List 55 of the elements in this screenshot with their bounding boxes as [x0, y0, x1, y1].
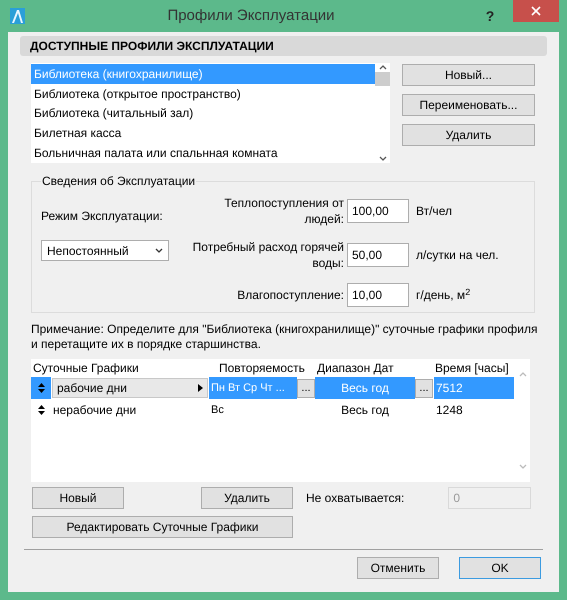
triangle-right-icon — [198, 384, 203, 392]
table-cell: Пн Вт Ср Чт ... — [209, 377, 297, 399]
unit-label: г/день, м$^{2}$ — [416, 286, 470, 304]
unit-label: Вт/чел — [416, 203, 452, 220]
profile-button[interactable]: Удалить — [402, 124, 535, 146]
note-text: Примечание: Определите для "Библиотека (книгохранилище)" суточные графики профиля и перетащите их в порядке старшинства. — [31, 322, 538, 352]
ellipsis-button[interactable]: ... — [415, 378, 433, 398]
delete-schedule-button[interactable]: Удалить — [201, 487, 293, 509]
table-cell: 7512 — [434, 377, 514, 399]
window-title: Профили Эксплуатации — [167, 6, 335, 26]
section-header: ДОСТУПНЫЕ ПРОФИЛИ ЭКСПЛУАТАЦИИ — [20, 36, 547, 56]
uncovered-label: Не охватывается: — [306, 490, 404, 507]
drag-handle[interactable] — [31, 377, 51, 399]
new-schedule-button[interactable]: Новый — [32, 487, 124, 509]
ellipsis-button[interactable]: ... — [297, 378, 315, 398]
profile-item[interactable]: Больничная палата или спальнная комната — [31, 143, 375, 163]
profile-button[interactable]: Переименовать... — [402, 94, 535, 116]
value-field[interactable]: 100,00 — [347, 199, 409, 223]
schedule-name-button[interactable]: рабочие дни — [52, 378, 208, 398]
mode-dropdown[interactable]: Непостоянный — [41, 240, 169, 261]
table-cell-text: Вс — [210, 402, 225, 418]
field-label: Потребный расход горячей воды: — [192, 239, 344, 271]
profile-item[interactable]: Библиотека (открытое пространство) — [31, 84, 375, 104]
scroll-up-icon[interactable] — [378, 65, 386, 70]
app-logo-icon — [10, 8, 25, 24]
sort-icon — [38, 405, 44, 415]
column-header: Диапазон Дат — [316, 360, 395, 377]
field-label: Влагопоступление: — [236, 287, 344, 303]
mode-label: Режим Эксплуатации: — [41, 208, 164, 225]
value-field[interactable]: 10,00 — [347, 283, 409, 307]
group-title: Сведения об Эксплуатации — [41, 174, 196, 188]
column-header: Суточные Графики — [32, 360, 140, 377]
field-label: Теплопоступления от людей: — [223, 195, 344, 227]
value-field[interactable]: 50,00 — [347, 243, 409, 267]
close-icon — [531, 6, 541, 16]
help-button[interactable]: ? — [477, 3, 503, 29]
sort-icon — [38, 383, 44, 393]
table-cell: Весь год — [315, 377, 415, 399]
profile-item[interactable]: Билетная касса — [31, 123, 375, 144]
edit-schedules-button[interactable]: Редактировать Суточные Графики — [32, 516, 293, 538]
scrollbar[interactable] — [375, 63, 390, 163]
column-header: Повторяемость — [218, 360, 306, 377]
scroll-down-icon[interactable] — [378, 156, 386, 161]
table-cell-text: Весь год — [340, 402, 390, 419]
table-cell-text: 1248 — [435, 402, 464, 419]
profile-button[interactable]: Новый... — [402, 64, 535, 86]
close-button[interactable] — [513, 0, 559, 22]
cancel-button[interactable]: Отменить — [357, 557, 439, 579]
ok-button[interactable]: OK — [459, 557, 541, 579]
scroll-thumb[interactable] — [375, 72, 390, 86]
table-cell-text: нерабочие дни — [52, 402, 138, 419]
chevron-down-icon — [155, 248, 163, 253]
unit-label: л/сутки на чел. — [416, 247, 499, 264]
column-header: Время [часы] — [434, 360, 510, 377]
profile-item[interactable]: Библиотека (читальный зал) — [31, 104, 375, 124]
